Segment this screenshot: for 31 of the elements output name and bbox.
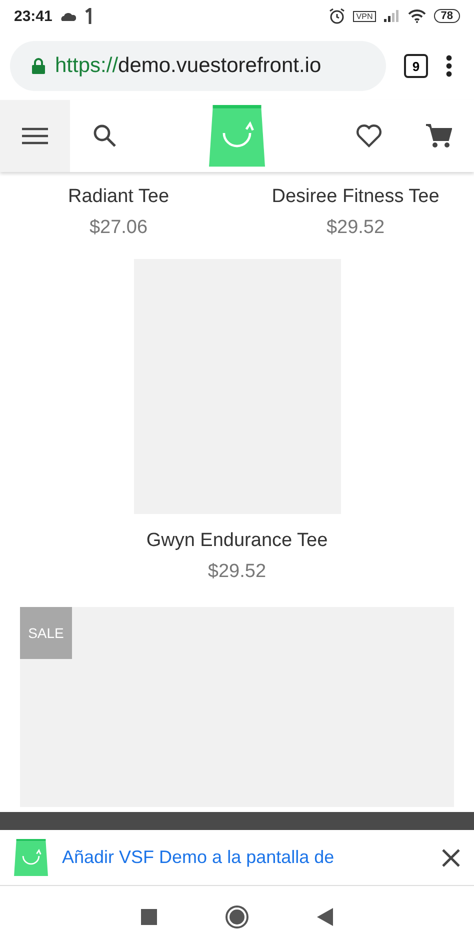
status-time: 23:41 xyxy=(14,8,52,24)
product-name[interactable]: Radiant Tee xyxy=(68,186,170,208)
wifi-icon xyxy=(408,9,426,23)
cart-icon xyxy=(426,123,452,149)
lock-icon xyxy=(32,58,45,74)
battery-level: 78 xyxy=(434,9,460,23)
logo-icon xyxy=(209,105,265,167)
address-bar[interactable]: https://demo.vuestorefront.io xyxy=(10,41,386,91)
product-name[interactable]: Gwyn Endurance Tee xyxy=(146,530,328,552)
alarm-icon xyxy=(329,8,346,24)
menu-button[interactable] xyxy=(0,100,70,172)
url-text: https://demo.vuestorefront.io xyxy=(55,54,322,78)
menu-icon xyxy=(22,127,48,145)
signal-icon xyxy=(384,10,400,22)
heart-icon xyxy=(356,124,382,148)
product-price: $29.52 xyxy=(208,561,266,583)
search-icon xyxy=(93,124,117,148)
home-icon[interactable] xyxy=(225,905,249,929)
product-price: $27.06 xyxy=(89,217,148,239)
product-price: $29.52 xyxy=(326,217,385,239)
back-icon[interactable] xyxy=(317,908,333,926)
app-icon xyxy=(14,838,48,876)
vpn-badge: VPN xyxy=(353,10,376,22)
sale-badge: SALE xyxy=(20,607,72,659)
close-button[interactable] xyxy=(442,848,460,866)
cloud-icon xyxy=(60,12,76,20)
install-prompt-link[interactable]: Añadir VSF Demo a la pantalla de xyxy=(62,847,428,868)
tab-count-button[interactable]: 9 xyxy=(404,54,428,78)
product-name[interactable]: Desiree Fitness Tee xyxy=(272,186,440,208)
close-icon xyxy=(442,848,460,866)
more-menu-icon[interactable] xyxy=(446,55,452,77)
